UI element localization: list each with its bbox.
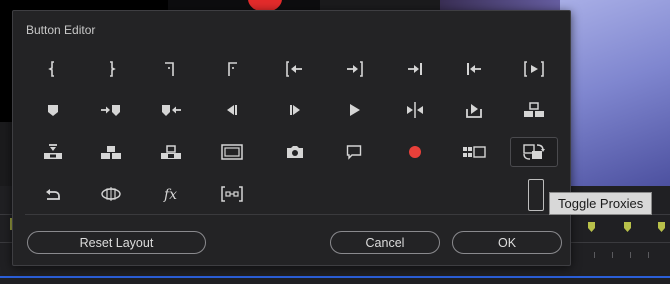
svg-text:fx: fx: [163, 187, 177, 203]
go-to-next-edit-icon[interactable]: [391, 54, 439, 84]
vr-video-icon[interactable]: [87, 179, 135, 209]
button-editor-dialog: Button Editor fx Reset Layout Cancel OK: [12, 10, 571, 266]
button-insertion-slot[interactable]: [528, 179, 544, 211]
overwrite-icon[interactable]: [147, 137, 195, 167]
timeline-tick: [594, 252, 595, 258]
timeline-tick: [630, 252, 631, 258]
record-icon[interactable]: [391, 137, 439, 167]
timeline-tick: [648, 252, 649, 258]
go-to-previous-marker-icon[interactable]: [147, 95, 195, 125]
play-icon[interactable]: [330, 95, 378, 125]
fx-icon[interactable]: fx: [147, 179, 195, 209]
play-in-to-out-icon[interactable]: [510, 54, 558, 84]
timeline-playhead-bar: [0, 276, 670, 278]
go-to-in-icon-alt[interactable]: [208, 54, 256, 84]
timeline-marker[interactable]: [624, 222, 631, 232]
mark-clip-icon[interactable]: [147, 54, 195, 84]
go-to-previous-edit-icon[interactable]: [450, 54, 498, 84]
insert-icon[interactable]: [87, 137, 135, 167]
multi-camera-icon[interactable]: [450, 137, 498, 167]
go-to-in-icon[interactable]: [271, 54, 319, 84]
cancel-button[interactable]: Cancel: [330, 231, 440, 254]
reset-layout-button[interactable]: Reset Layout: [27, 231, 206, 254]
mark-in-icon[interactable]: [29, 54, 77, 84]
ok-button[interactable]: OK: [452, 231, 562, 254]
export-frame-icon[interactable]: [450, 95, 498, 125]
dialog-divider: [25, 214, 558, 215]
add-marker-icon[interactable]: [29, 95, 77, 125]
go-to-out-icon[interactable]: [330, 54, 378, 84]
dialog-title: Button Editor: [26, 23, 96, 37]
go-to-next-marker-icon[interactable]: [87, 95, 135, 125]
timeline-marker[interactable]: [658, 222, 665, 232]
timeline-marker[interactable]: [588, 222, 595, 232]
timeline-tick: [612, 252, 613, 258]
safe-margins-icon[interactable]: [208, 137, 256, 167]
lift-icon[interactable]: [510, 95, 558, 125]
extract-icon[interactable]: [29, 137, 77, 167]
comment-icon[interactable]: [330, 137, 378, 167]
tooltip: Toggle Proxies: [549, 192, 653, 215]
trim-bracket-icon[interactable]: [208, 179, 256, 209]
step-forward-icon[interactable]: [271, 95, 319, 125]
trim-edit-icon[interactable]: [391, 95, 439, 125]
toggle-proxies-icon[interactable]: [510, 137, 558, 167]
step-back-icon[interactable]: [208, 95, 256, 125]
monitor-video-frame: [560, 0, 670, 190]
loop-icon[interactable]: [29, 179, 77, 209]
camera-icon[interactable]: [271, 137, 319, 167]
mark-out-icon[interactable]: [87, 54, 135, 84]
